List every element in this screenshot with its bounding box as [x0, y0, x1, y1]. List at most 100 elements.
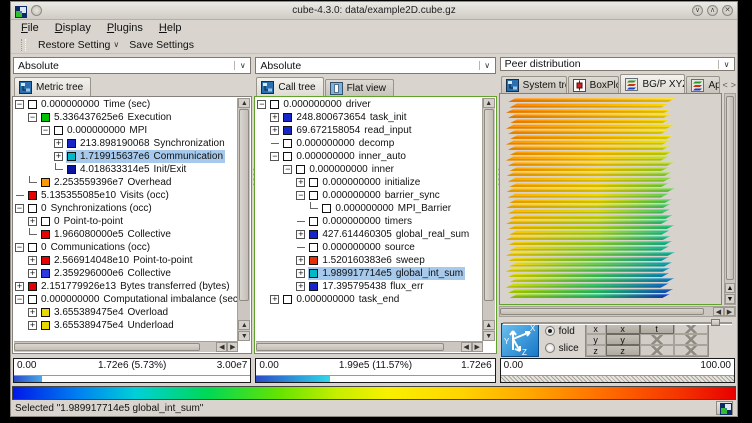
axis-button-z[interactable]: z [606, 345, 640, 356]
metric-horizontal-scrollbar[interactable]: ◀ ▶ [14, 341, 238, 352]
scroll-left-icon[interactable]: ◀ [216, 342, 227, 352]
expand-icon[interactable]: + [295, 176, 308, 189]
close-button[interactable]: ✕ [722, 5, 733, 16]
maximize-button[interactable]: ∧ [707, 5, 718, 16]
expand-icon[interactable]: + [53, 137, 66, 150]
slider-handle[interactable] [711, 319, 720, 326]
scroll-down-icon[interactable]: ▼ [238, 331, 250, 341]
tree-row-communications-occ-[interactable]: −0Communications (occ) [14, 241, 238, 254]
minimize-button[interactable]: ∨ [692, 5, 703, 16]
tree-row-overload[interactable]: +3.655389475e4Overload [14, 306, 238, 319]
collapse-icon[interactable]: − [14, 202, 27, 215]
tree-row-init-exit[interactable]: 4.018633314e5Init/Exit [14, 163, 238, 176]
tree-row-decomp[interactable]: 0.000000000decomp [256, 137, 482, 150]
expand-icon[interactable]: + [53, 150, 66, 163]
tree-row-barrier-sync[interactable]: −0.000000000barrier_sync [256, 189, 482, 202]
tree-row-underload[interactable]: +3.655389475e4Underload [14, 319, 238, 332]
expand-icon[interactable]: + [14, 280, 27, 293]
expand-icon[interactable]: + [27, 254, 40, 267]
tab-ap[interactable]: Ap [686, 76, 720, 93]
tree-row-mpi-barrier[interactable]: 0.000000000MPI_Barrier [256, 202, 482, 215]
save-settings-button[interactable]: Save Settings [124, 38, 199, 52]
expand-icon[interactable]: + [27, 306, 40, 319]
tree-row-sweep[interactable]: +1.520160383e6sweep [256, 254, 482, 267]
collapse-icon[interactable]: − [282, 163, 295, 176]
menu-help[interactable]: Help [159, 22, 182, 34]
scroll-up-icon[interactable]: ▲ [238, 98, 250, 108]
tree-row-driver[interactable]: −0.000000000driver [256, 98, 482, 111]
scroll-right-icon[interactable]: ▶ [472, 342, 483, 352]
tree-row-global-real-sum[interactable]: +427.614460305global_real_sum [256, 228, 482, 241]
tree-row-collective[interactable]: +2.359296000e6Collective [14, 267, 238, 280]
collapse-icon[interactable]: − [269, 150, 282, 163]
tree-row-time-sec-[interactable]: −0.000000000Time (sec) [14, 98, 238, 111]
expand-icon[interactable]: + [269, 124, 282, 137]
system-value-mode-combobox[interactable]: Peer distribution ∨ [500, 57, 735, 71]
tree-row-global-int-sum[interactable]: +1.989917714e5global_int_sum [256, 267, 482, 280]
topology-horizontal-scrollbar[interactable]: ◀ ▶ [499, 306, 736, 317]
axis-button-y[interactable]: y [606, 334, 640, 345]
scrollbar-thumb[interactable] [14, 343, 200, 351]
tab-scroll-left-icon[interactable]: < [722, 80, 727, 90]
tab-scroll-right-icon[interactable]: > [731, 80, 736, 90]
scroll-down-icon[interactable]: ▼ [725, 294, 735, 304]
tree-row-read-input[interactable]: +69.672158054read_input [256, 124, 482, 137]
tree-row-point-to-point[interactable]: +0Point-to-point [14, 215, 238, 228]
tree-row-bytes-transferred-bytes-[interactable]: +2.151779926e13Bytes transferred (bytes) [14, 280, 238, 293]
scroll-up-icon[interactable]: ▲ [238, 320, 250, 330]
metric-value-mode-combobox[interactable]: Absolute ∨ [13, 57, 251, 74]
expand-icon[interactable]: + [27, 319, 40, 332]
expand-icon[interactable]: + [295, 267, 308, 280]
tree-row-timers[interactable]: 0.000000000timers [256, 215, 482, 228]
tab-call-tree[interactable]: Call tree [256, 77, 323, 96]
tab-system-tree[interactable]: System tree [501, 76, 567, 93]
collapse-icon[interactable]: − [14, 241, 27, 254]
scroll-up-icon[interactable]: ▲ [483, 320, 495, 330]
tree-row-synchronization[interactable]: +213.898190068Synchronization [14, 137, 238, 150]
collapse-icon[interactable]: − [14, 98, 27, 111]
tree-row-synchronizations-occ-[interactable]: −0Synchronizations (occ) [14, 202, 238, 215]
expand-icon[interactable]: + [269, 293, 282, 306]
tab-flat-view[interactable]: Flat view [325, 79, 394, 96]
collapse-icon[interactable]: − [295, 189, 308, 202]
expand-icon[interactable]: + [295, 228, 308, 241]
scrollbar-thumb[interactable] [484, 109, 494, 301]
expand-icon[interactable]: + [295, 254, 308, 267]
expand-icon[interactable]: + [295, 280, 308, 293]
topology-zoom-slider[interactable] [503, 318, 732, 325]
topology-view[interactable] [499, 93, 722, 305]
call-value-mode-combobox[interactable]: Absolute ∨ [255, 57, 495, 74]
tree-row-inner[interactable]: −0.000000000inner [256, 163, 482, 176]
metric-vertical-scrollbar[interactable]: ▲ ▲ ▼ [237, 98, 250, 341]
scroll-up-icon[interactable]: ▲ [483, 98, 495, 108]
scroll-down-icon[interactable]: ▼ [483, 331, 495, 341]
tree-row-overhead[interactable]: 2.253559396e7Overhead [14, 176, 238, 189]
scrollbar-thumb[interactable] [239, 109, 249, 301]
scrollbar-thumb[interactable] [500, 308, 704, 315]
fold-radio[interactable]: fold [545, 326, 579, 337]
tab-metric-tree[interactable]: Metric tree [14, 77, 91, 96]
tree-row-task-end[interactable]: +0.000000000task_end [256, 293, 482, 306]
tree-row-initialize[interactable]: +0.000000000initialize [256, 176, 482, 189]
tree-row-inner-auto[interactable]: −0.000000000inner_auto [256, 150, 482, 163]
tree-row-source[interactable]: 0.000000000source [256, 241, 482, 254]
axis-button-t[interactable]: t [640, 323, 674, 334]
tree-row-computational-imbalance-sec-[interactable]: −0.000000000Computational imbalance (sec… [14, 293, 238, 306]
scroll-right-icon[interactable]: ▶ [724, 307, 735, 316]
tab-bg-p-xyzt[interactable]: BG/P XYZT [620, 74, 685, 93]
collapse-icon[interactable]: − [40, 124, 53, 137]
tree-row-flux-err[interactable]: +17.395795438flux_err [256, 280, 482, 293]
slice-radio[interactable]: slice [545, 343, 579, 354]
tree-row-execution[interactable]: −5.336437625e6Execution [14, 111, 238, 124]
scroll-right-icon[interactable]: ▶ [227, 342, 238, 352]
scrollbar-thumb[interactable] [256, 343, 444, 351]
scrollbar-thumb[interactable] [726, 96, 734, 280]
scroll-left-icon[interactable]: ◀ [713, 307, 724, 316]
expand-icon[interactable]: + [269, 111, 282, 124]
tree-row-visits-occ-[interactable]: 5.135355085e10Visits (occ) [14, 189, 238, 202]
menu-file[interactable]: File [21, 22, 39, 34]
menu-plugins[interactable]: Plugins [107, 22, 143, 34]
collapse-icon[interactable]: − [256, 98, 269, 111]
axis-button-x[interactable]: x [606, 323, 640, 334]
expand-icon[interactable]: + [27, 267, 40, 280]
